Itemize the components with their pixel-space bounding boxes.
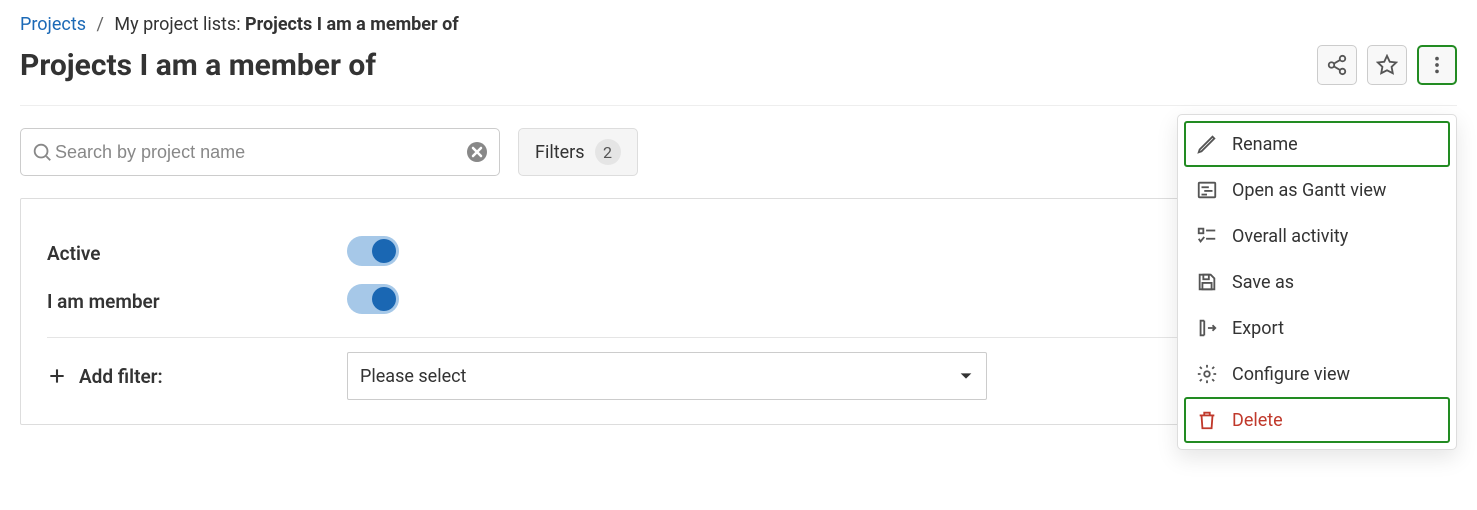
search-icon xyxy=(31,141,53,163)
menu-item-label: Configure view xyxy=(1232,364,1350,385)
star-icon xyxy=(1376,54,1398,76)
add-filter-select-value: Please select xyxy=(360,366,466,387)
search-input-wrapper xyxy=(20,128,500,176)
filter-label-member: I am member xyxy=(47,290,347,313)
save-icon xyxy=(1196,271,1218,293)
menu-item-label: Save as xyxy=(1232,272,1294,293)
favorite-button[interactable] xyxy=(1367,45,1407,85)
gantt-icon xyxy=(1196,179,1218,201)
trash-icon xyxy=(1196,409,1218,431)
toolbar-actions xyxy=(1317,45,1457,85)
plus-icon xyxy=(47,366,67,386)
gear-icon xyxy=(1196,363,1218,385)
menu-item-rename[interactable]: Rename xyxy=(1184,121,1450,167)
filters-count-badge: 2 xyxy=(595,139,621,165)
filters-button-label: Filters xyxy=(535,142,585,163)
export-icon xyxy=(1196,317,1218,339)
breadcrumb: Projects / My project lists: Projects I … xyxy=(20,14,1457,35)
filter-toggle-active[interactable] xyxy=(347,236,399,266)
breadcrumb-separator: / xyxy=(96,14,103,35)
menu-item-label: Overall activity xyxy=(1232,226,1348,247)
search-input[interactable] xyxy=(53,141,465,164)
menu-item-save-as[interactable]: Save as xyxy=(1184,259,1450,305)
menu-item-gantt[interactable]: Open as Gantt view xyxy=(1184,167,1450,213)
menu-item-delete[interactable]: Delete xyxy=(1184,397,1450,443)
menu-item-configure[interactable]: Configure view xyxy=(1184,351,1450,397)
share-button[interactable] xyxy=(1317,45,1357,85)
page-title: Projects I am a member of xyxy=(20,48,376,83)
breadcrumb-projects-link[interactable]: Projects xyxy=(20,14,86,35)
menu-item-label: Open as Gantt view xyxy=(1232,180,1386,201)
more-vertical-icon xyxy=(1426,54,1448,76)
share-icon xyxy=(1326,54,1348,76)
add-filter-label: Add filter: xyxy=(79,365,163,388)
chevron-down-icon xyxy=(958,368,974,384)
menu-item-label: Rename xyxy=(1232,134,1298,155)
more-actions-menu: Rename Open as Gantt view Overall activi… xyxy=(1177,114,1457,450)
menu-item-export[interactable]: Export xyxy=(1184,305,1450,351)
clear-icon xyxy=(465,140,489,164)
add-filter-select[interactable]: Please select xyxy=(347,352,987,400)
filter-toggle-member[interactable] xyxy=(347,284,399,314)
list-check-icon xyxy=(1196,225,1218,247)
breadcrumb-current: Projects I am a member of xyxy=(245,14,459,35)
pencil-icon xyxy=(1196,133,1218,155)
filter-label-active: Active xyxy=(47,242,347,265)
more-actions-button[interactable] xyxy=(1417,45,1457,85)
filters-button[interactable]: Filters 2 xyxy=(518,128,638,176)
menu-item-label: Delete xyxy=(1232,410,1283,431)
clear-search-button[interactable] xyxy=(465,140,489,164)
breadcrumb-section: My project lists: xyxy=(114,14,240,35)
menu-item-label: Export xyxy=(1232,318,1284,339)
menu-item-activity[interactable]: Overall activity xyxy=(1184,213,1450,259)
